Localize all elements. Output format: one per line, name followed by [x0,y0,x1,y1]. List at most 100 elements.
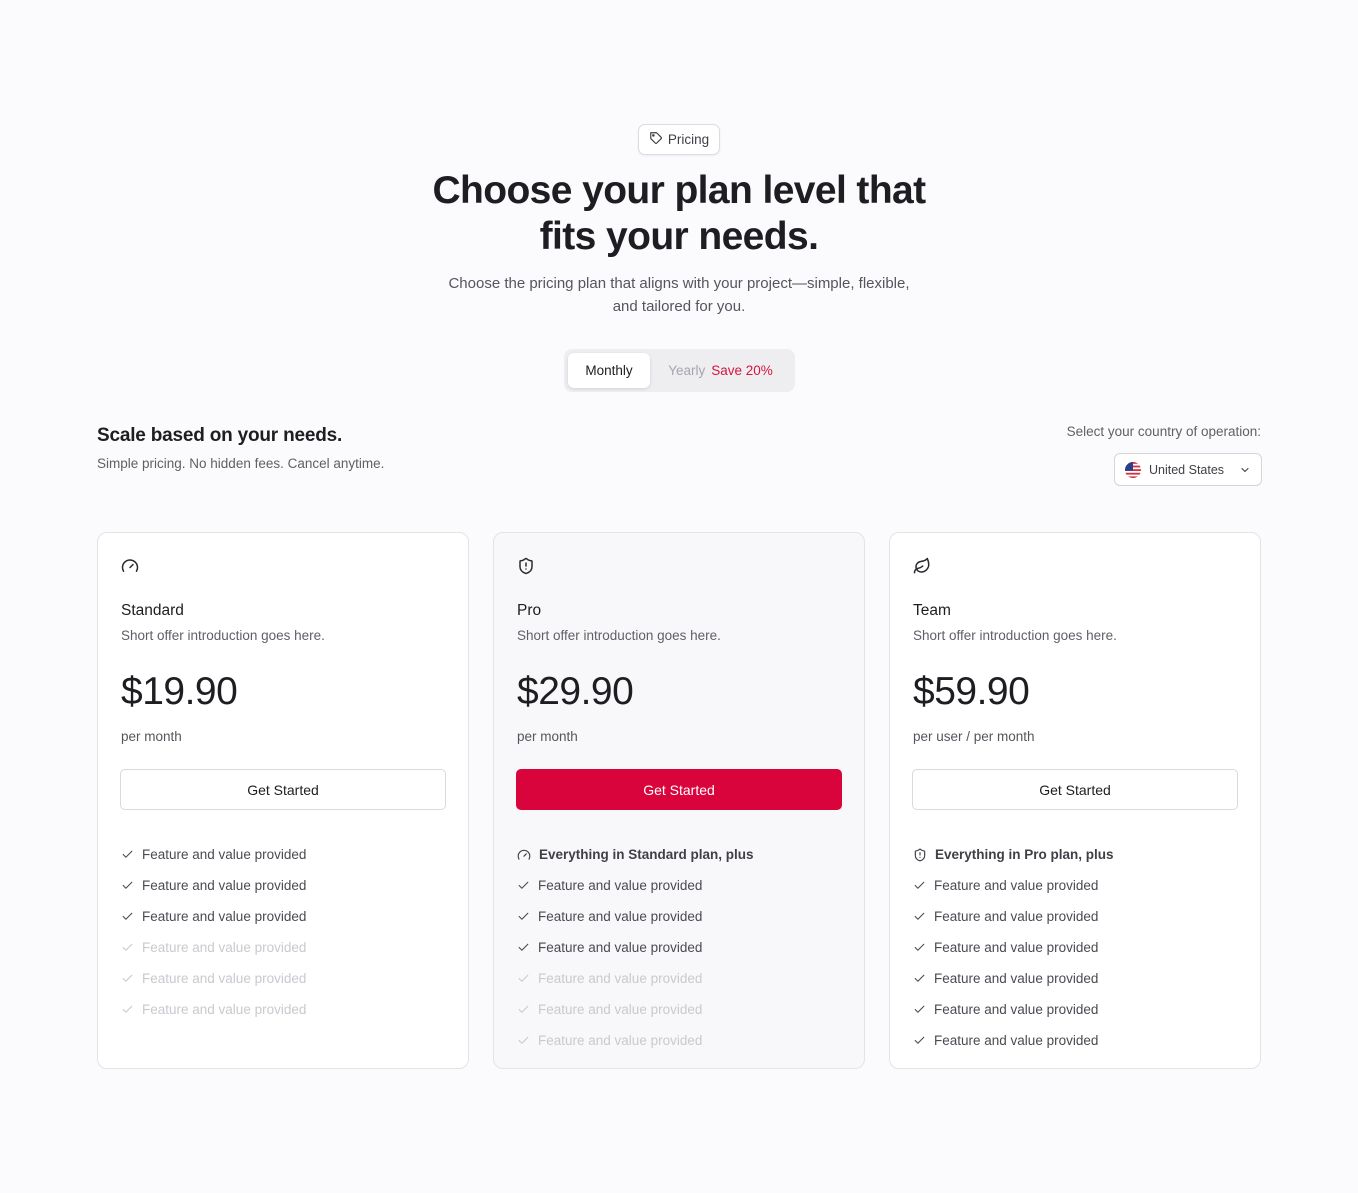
check-icon [122,912,133,920]
feature-item: Feature and value provided [913,994,1114,1025]
check-icon [914,1036,925,1044]
feature-item: Feature and value provided [121,901,306,932]
feature-item: Feature and value provided [913,870,1114,901]
feature-item-disabled: Feature and value provided [121,963,306,994]
check-icon [914,974,925,982]
check-icon [518,974,529,982]
plan-name: Team [913,602,951,619]
get-started-button-standard[interactable]: Get Started [120,769,446,810]
feature-heading: Everything in Standard plan, plus [517,839,754,870]
check-icon [122,943,133,951]
page-title-line2: fits your needs. [539,215,819,258]
feature-heading-text: Everything in Pro plan, plus [935,847,1114,862]
shield-icon [914,848,926,861]
check-icon [122,881,133,889]
feature-item-disabled: Feature and value provided [121,994,306,1025]
plan-price: $19.90 [121,670,238,713]
feature-text: Feature and value provided [142,940,307,955]
country-select[interactable]: United States [1114,453,1262,486]
feature-item: Feature and value provided [913,901,1114,932]
pricing-badge: Pricing [638,124,720,155]
feature-item: Feature and value provided [517,901,754,932]
chevron-down-icon [1239,464,1251,476]
feature-text: Feature and value provided [538,971,703,986]
feature-text: Feature and value provided [142,847,307,862]
feature-text: Feature and value provided [538,909,703,924]
feature-text: Feature and value provided [142,909,307,924]
feature-text: Feature and value provided [142,878,307,893]
feature-list: Everything in Standard plan, plus Featur… [517,839,754,1056]
check-icon [518,1036,529,1044]
plan-name: Standard [121,602,184,619]
feature-text: Feature and value provided [934,909,1099,924]
feature-text: Feature and value provided [934,1002,1099,1017]
check-icon [122,850,133,858]
us-flag-icon [1125,461,1141,478]
feature-text: Feature and value provided [934,878,1099,893]
gauge-icon [121,557,141,577]
check-icon [914,1005,925,1013]
check-icon [122,974,133,982]
feature-text: Feature and value provided [934,1033,1099,1048]
section-subtitle: Simple pricing. No hidden fees. Cancel a… [97,456,385,471]
tag-icon [649,131,663,148]
feature-text: Feature and value provided [538,1033,703,1048]
feature-item: Feature and value provided [517,932,754,963]
plan-price-unit: per month [121,729,182,744]
get-started-button-pro[interactable]: Get Started [516,769,842,810]
page-subtitle: Choose the pricing plan that aligns with… [429,272,929,318]
feature-list: Feature and value provided Feature and v… [121,839,306,1025]
check-icon [914,943,925,951]
plan-intro: Short offer introduction goes here. [517,628,721,643]
billing-toggle: Monthly Yearly Save 20% [564,349,795,392]
feature-item: Feature and value provided [913,1025,1114,1056]
plan-intro: Short offer introduction goes here. [121,628,325,643]
yearly-label: Yearly [668,363,706,378]
country-select-value: United States [1149,462,1225,477]
feature-text: Feature and value provided [934,971,1099,986]
check-icon [914,912,925,920]
feature-item-disabled: Feature and value provided [517,1025,754,1056]
plan-price: $59.90 [913,670,1030,713]
feature-item: Feature and value provided [121,839,306,870]
shield-icon [517,557,537,577]
feature-item-disabled: Feature and value provided [517,994,754,1025]
feature-item: Feature and value provided [517,870,754,901]
plan-card-pro: Pro Short offer introduction goes here. … [493,532,865,1069]
get-started-button-team[interactable]: Get Started [912,769,1238,810]
check-icon [914,881,925,889]
plan-card-team: Team Short offer introduction goes here.… [889,532,1261,1069]
gauge-icon [517,849,531,860]
pricing-badge-label: Pricing [667,132,710,147]
leaf-icon [913,557,933,577]
feature-text: Feature and value provided [538,940,703,955]
feature-text: Feature and value provided [934,940,1099,955]
check-icon [518,1005,529,1013]
plan-intro: Short offer introduction goes here. [913,628,1117,643]
plan-card-standard: Standard Short offer introduction goes h… [97,532,469,1069]
feature-list: Everything in Pro plan, plus Feature and… [913,839,1114,1056]
page-title-line1: Choose your plan level that [432,169,926,212]
feature-item-disabled: Feature and value provided [121,932,306,963]
plan-price-unit: per user / per month [913,729,1035,744]
page-subtitle-line1: Choose the pricing plan that aligns with… [448,275,910,292]
feature-heading-text: Everything in Standard plan, plus [539,847,754,862]
plan-price-unit: per month [517,729,578,744]
check-icon [518,881,529,889]
feature-text: Feature and value provided [142,971,307,986]
feature-item-disabled: Feature and value provided [517,963,754,994]
check-icon [518,943,529,951]
feature-item: Feature and value provided [913,932,1114,963]
yearly-toggle-button[interactable]: Yearly Save 20% [650,353,791,388]
plan-price: $29.90 [517,670,634,713]
feature-text: Feature and value provided [538,1002,703,1017]
check-icon [518,912,529,920]
feature-heading: Everything in Pro plan, plus [913,839,1114,870]
yearly-save-label: Save 20% [711,363,773,378]
feature-text: Feature and value provided [142,1002,307,1017]
feature-item: Feature and value provided [913,963,1114,994]
page-title: Choose your plan level that fits your ne… [379,168,979,260]
feature-text: Feature and value provided [538,878,703,893]
feature-item: Feature and value provided [121,870,306,901]
monthly-toggle-button[interactable]: Monthly [568,353,650,388]
